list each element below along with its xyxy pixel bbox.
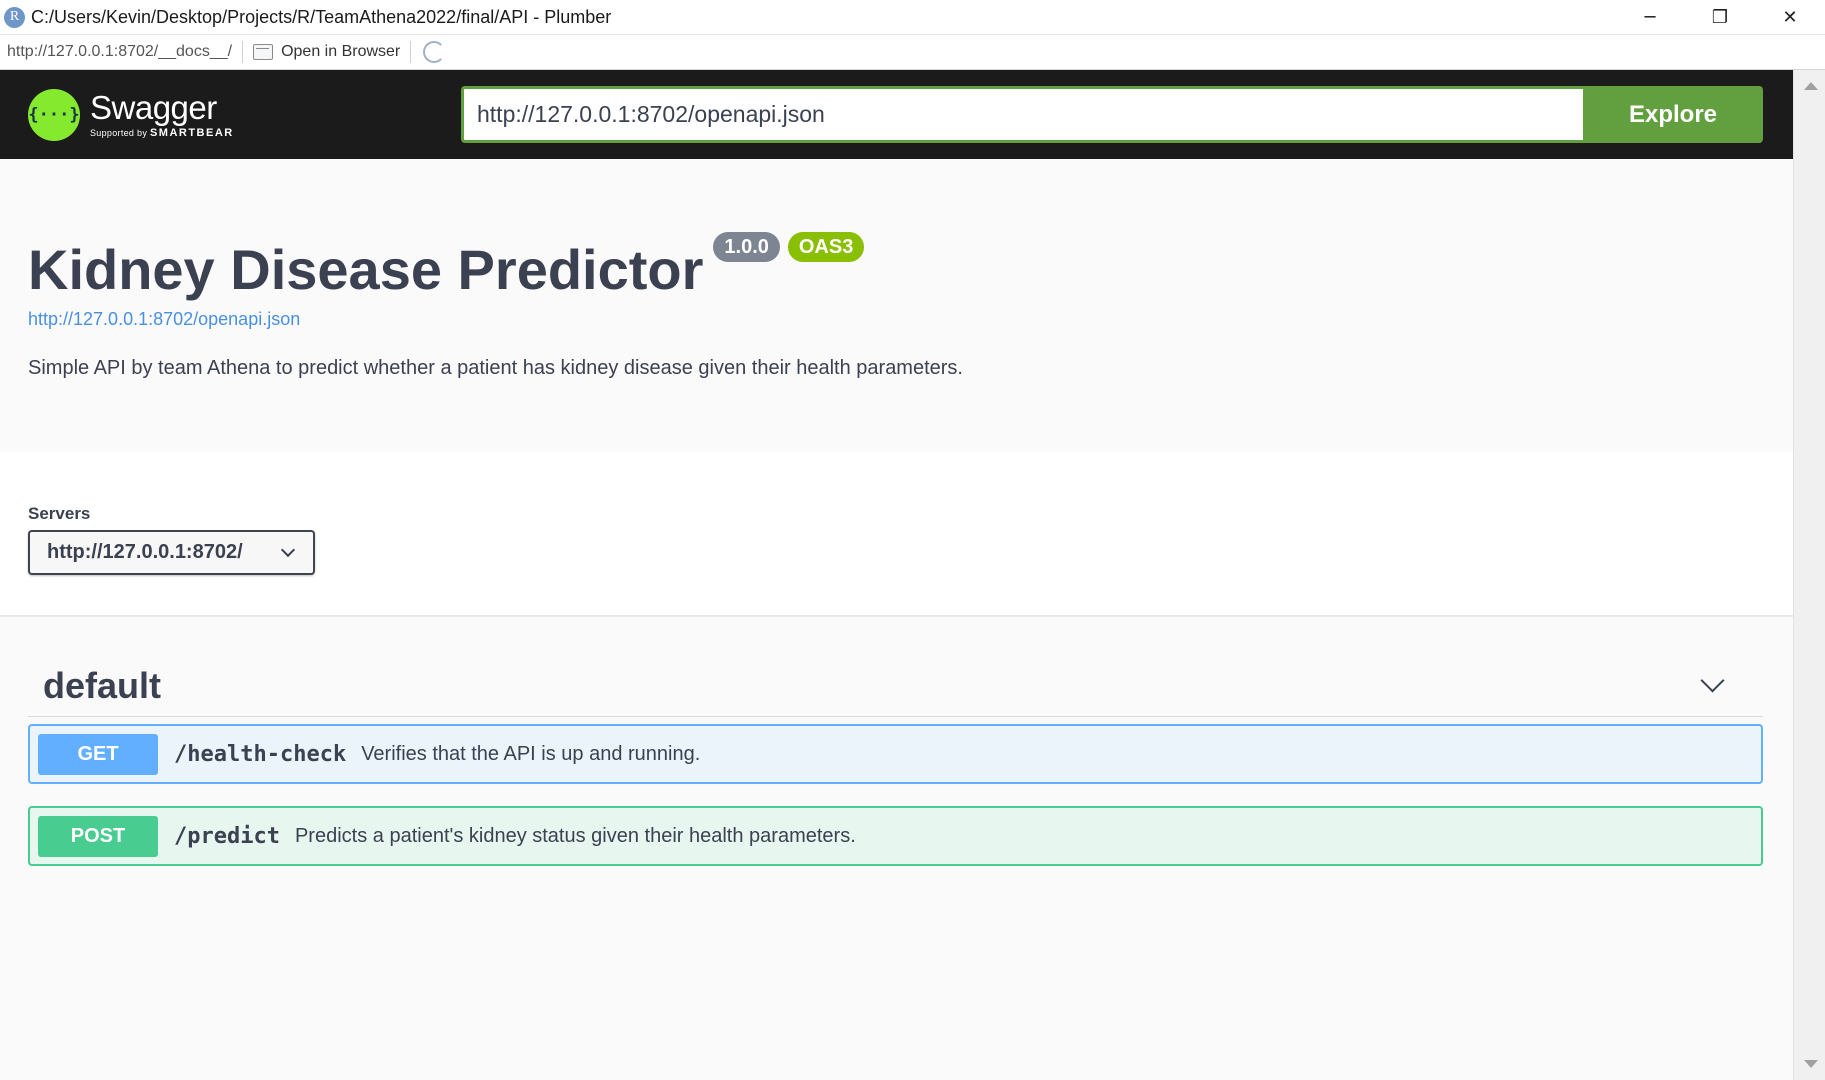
swagger-topbar: {···} Swagger Supported by SMARTBEAR Exp… — [0, 70, 1793, 159]
operations-section: default GET /health-check Verifies that … — [0, 617, 1793, 866]
servers-section: Servers http://127.0.0.1:8702/ — [0, 452, 1793, 617]
operation-get-health-check[interactable]: GET /health-check Verifies that the API … — [28, 724, 1763, 784]
explore-button[interactable]: Explore — [1583, 86, 1763, 143]
swagger-brand: Swagger — [90, 88, 217, 126]
swagger-supported-by: Supported by SMARTBEAR — [90, 126, 234, 139]
open-in-browser-label: Open in Browser — [281, 43, 401, 60]
servers-selected-value: http://127.0.0.1:8702/ — [47, 541, 243, 563]
viewer-url: http://127.0.0.1:8702/__docs__/ — [7, 43, 233, 60]
operation-path: /predict — [174, 823, 280, 849]
viewer-toolbar: http://127.0.0.1:8702/__docs__/ Open in … — [0, 35, 1825, 70]
window-titlebar: R C:/Users/Kevin/Desktop/Projects/R/Team… — [0, 0, 1825, 35]
scroll-down-arrow-icon[interactable] — [1804, 1060, 1818, 1068]
close-button[interactable]: ✕ — [1755, 0, 1825, 35]
r-app-icon: R — [4, 6, 25, 28]
scroll-up-arrow-icon[interactable] — [1804, 82, 1818, 90]
servers-select[interactable]: http://127.0.0.1:8702/ — [28, 530, 315, 575]
tag-header-default[interactable]: default — [28, 655, 1763, 717]
chevron-down-icon — [280, 542, 296, 558]
smartbear-wordmark: SMARTBEAR — [149, 126, 234, 139]
operation-summary: Verifies that the API is up and running. — [361, 742, 701, 765]
refresh-icon[interactable] — [423, 41, 446, 63]
tag-name: default — [43, 664, 162, 706]
toolbar-divider — [410, 41, 412, 63]
minimize-button[interactable]: ─ — [1615, 0, 1685, 35]
oas-badge: OAS3 — [787, 232, 865, 262]
window-controls: ─ ❐ ✕ — [1615, 0, 1825, 35]
spec-url-input[interactable] — [461, 86, 1583, 143]
spec-link[interactable]: http://127.0.0.1:8702/openapi.json — [28, 309, 1765, 330]
collapse-chevron-icon[interactable] — [1700, 668, 1725, 693]
window-title: C:/Users/Kevin/Desktop/Projects/R/TeamAt… — [31, 6, 612, 27]
explore-form: Explore — [461, 86, 1763, 143]
method-badge-post: POST — [38, 815, 158, 857]
open-in-browser-button[interactable]: Open in Browser — [253, 43, 400, 61]
toolbar-divider — [242, 41, 244, 63]
swagger-logo-icon: {···} — [28, 88, 80, 141]
api-title: Kidney Disease Predictor — [28, 238, 704, 301]
vertical-scrollbar[interactable] — [1793, 70, 1825, 1080]
api-info: Kidney Disease Predictor 1.0.0 OAS3 http… — [0, 159, 1793, 452]
method-badge-get: GET — [38, 733, 158, 775]
servers-label: Servers — [28, 504, 91, 523]
api-description: Simple API by team Athena to predict whe… — [28, 357, 963, 379]
swagger-logo[interactable]: {···} Swagger Supported by SMARTBEAR — [28, 88, 234, 141]
version-badge: 1.0.0 — [713, 232, 780, 262]
operation-post-predict[interactable]: POST /predict Predicts a patient's kidne… — [28, 806, 1763, 866]
browser-window-icon — [253, 44, 274, 60]
operation-path: /health-check — [174, 741, 347, 767]
operation-summary: Predicts a patient's kidney status given… — [294, 824, 856, 847]
restore-button[interactable]: ❐ — [1685, 0, 1755, 35]
swagger-page: {···} Swagger Supported by SMARTBEAR Exp… — [0, 70, 1793, 1080]
